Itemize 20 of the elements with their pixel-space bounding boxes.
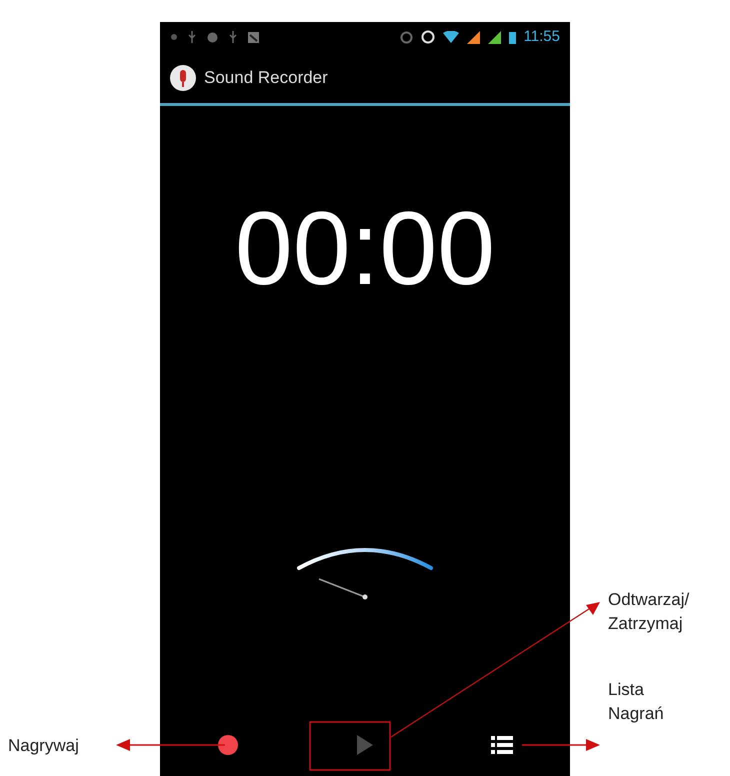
status-time: 11:55	[524, 26, 560, 47]
notification-dot-icon	[170, 33, 178, 41]
signal-icon	[466, 30, 480, 44]
signal-icon	[488, 30, 501, 44]
annotation-label: Nagrań	[608, 703, 665, 725]
annotation-label: Nagrywaj	[8, 734, 80, 756]
usb-icon	[228, 30, 238, 44]
annotation-label: Lista	[608, 679, 645, 701]
list-icon	[490, 736, 513, 754]
timer-display: 00:00	[234, 197, 496, 301]
microphone-app-icon	[170, 64, 196, 90]
battery-icon	[508, 30, 516, 44]
image-icon	[247, 30, 260, 44]
record-icon	[218, 735, 238, 755]
app-title: Sound Recorder	[204, 66, 328, 89]
annotation-label: Odtwarzaj/	[608, 589, 690, 611]
annotation-label: Zatrzymaj	[608, 613, 684, 635]
play-icon	[356, 735, 373, 755]
usb-icon	[187, 30, 197, 44]
wifi-icon	[442, 31, 459, 43]
